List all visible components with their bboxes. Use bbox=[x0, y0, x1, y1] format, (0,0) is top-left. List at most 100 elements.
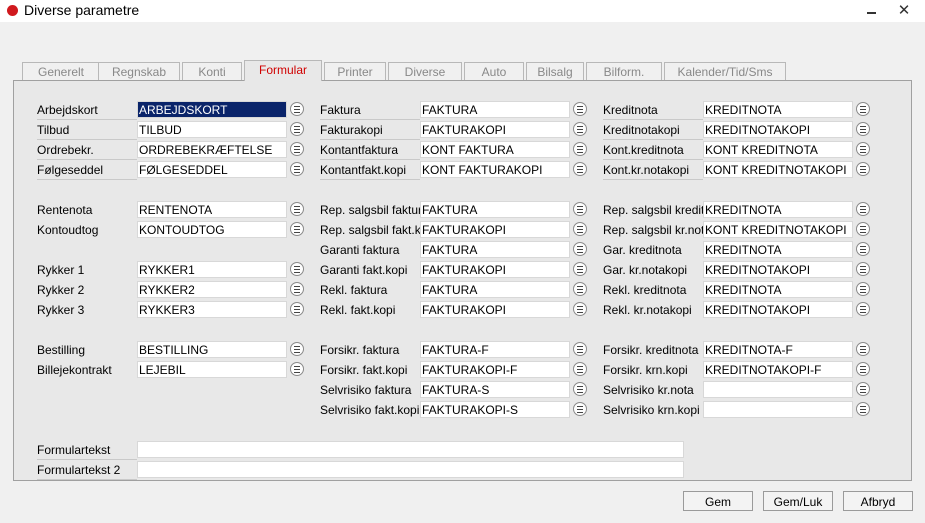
lookup-list-icon[interactable] bbox=[573, 362, 587, 376]
field-fakturakopi[interactable]: FAKTURAKOPI bbox=[420, 121, 570, 138]
lookup-list-icon[interactable] bbox=[573, 102, 587, 116]
label-formulartekst-2: Formulartekst 2 bbox=[37, 460, 137, 480]
tab-diverse[interactable]: Diverse bbox=[388, 62, 462, 80]
field-billejekontrakt[interactable]: LEJEBIL bbox=[137, 361, 287, 378]
lookup-list-icon[interactable] bbox=[573, 222, 587, 236]
field-arbejdskort[interactable]: ARBEJDSKORT bbox=[137, 101, 287, 118]
tab-printer[interactable]: Printer bbox=[324, 62, 386, 80]
lookup-list-icon[interactable] bbox=[290, 162, 304, 176]
field-rep-salgsbil-fakt-kopi[interactable]: FAKTURAKOPI bbox=[420, 221, 570, 238]
lookup-list-icon[interactable] bbox=[856, 282, 870, 296]
field-kreditnota[interactable]: KREDITNOTA bbox=[703, 101, 853, 118]
field-rep-salgsbil-kr-notakopi[interactable]: KONT KREDITNOTAKOPI bbox=[703, 221, 853, 238]
lookup-list-icon[interactable] bbox=[573, 282, 587, 296]
lookup-list-icon[interactable] bbox=[290, 142, 304, 156]
field-gar-kreditnota[interactable]: KREDITNOTA bbox=[703, 241, 853, 258]
field-tilbud[interactable]: TILBUD bbox=[137, 121, 287, 138]
tab-generelt[interactable]: Generelt bbox=[22, 62, 100, 80]
field-rentenota[interactable]: RENTENOTA bbox=[137, 201, 287, 218]
window-title: Diverse parametre bbox=[24, 2, 140, 18]
field-garanti-fakt-kopi[interactable]: FAKTURAKOPI bbox=[420, 261, 570, 278]
field-forsikr-krn-kopi[interactable]: KREDITNOTAKOPI-F bbox=[703, 361, 853, 378]
tab-bilform[interactable]: Bilform. bbox=[586, 62, 662, 80]
field-rep-salgsbil-faktura[interactable]: FAKTURA bbox=[420, 201, 570, 218]
field-ordrebekr[interactable]: ORDREBEKRÆFTELSE bbox=[137, 141, 287, 158]
lookup-list-icon[interactable] bbox=[856, 162, 870, 176]
lookup-list-icon[interactable] bbox=[573, 122, 587, 136]
lookup-list-icon[interactable] bbox=[573, 262, 587, 276]
lookup-list-icon[interactable] bbox=[856, 242, 870, 256]
lookup-list-icon[interactable] bbox=[290, 122, 304, 136]
tab-kalender-tid-sms[interactable]: Kalender/Tid/Sms bbox=[664, 62, 786, 80]
label-forsikr-kreditnota: Forsikr. kreditnota bbox=[603, 343, 699, 357]
field-rekl-kr-notakopi[interactable]: KREDITNOTAKOPI bbox=[703, 301, 853, 318]
lookup-list-icon[interactable] bbox=[856, 202, 870, 216]
field-rep-salgsbil-kreditnota[interactable]: KREDITNOTA bbox=[703, 201, 853, 218]
lookup-list-icon[interactable] bbox=[856, 102, 870, 116]
save-button[interactable]: Gem bbox=[683, 491, 753, 511]
field-bestilling[interactable]: BESTILLING bbox=[137, 341, 287, 358]
lookup-list-icon[interactable] bbox=[573, 382, 587, 396]
lookup-list-icon[interactable] bbox=[856, 122, 870, 136]
field-rykker-2[interactable]: RYKKER2 bbox=[137, 281, 287, 298]
field-formulartekst[interactable] bbox=[137, 441, 684, 458]
lookup-list-icon[interactable] bbox=[856, 342, 870, 356]
lookup-list-icon[interactable] bbox=[856, 222, 870, 236]
field-kont-kr-notakopi[interactable]: KONT KREDITNOTAKOPI bbox=[703, 161, 853, 178]
lookup-list-icon[interactable] bbox=[290, 342, 304, 356]
lookup-list-icon[interactable] bbox=[290, 102, 304, 116]
lookup-list-icon[interactable] bbox=[856, 382, 870, 396]
field-kontantfaktura[interactable]: KONT FAKTURA bbox=[420, 141, 570, 158]
label-gar-kreditnota: Gar. kreditnota bbox=[603, 243, 682, 257]
lookup-list-icon[interactable] bbox=[573, 342, 587, 356]
field-garanti-faktura[interactable]: FAKTURA bbox=[420, 241, 570, 258]
lookup-list-icon[interactable] bbox=[856, 302, 870, 316]
field-kont-kreditnota[interactable]: KONT KREDITNOTA bbox=[703, 141, 853, 158]
lookup-list-icon[interactable] bbox=[573, 162, 587, 176]
field-selvrisiko-fakt-kopi[interactable]: FAKTURAKOPI-S bbox=[420, 401, 570, 418]
minimize-button[interactable] bbox=[858, 0, 886, 22]
lookup-list-icon[interactable] bbox=[290, 222, 304, 236]
lookup-list-icon[interactable] bbox=[290, 282, 304, 296]
field-følgeseddel[interactable]: FØLGESEDDEL bbox=[137, 161, 287, 178]
field-selvrisiko-faktura[interactable]: FAKTURA-S bbox=[420, 381, 570, 398]
field-rekl-kreditnota[interactable]: KREDITNOTA bbox=[703, 281, 853, 298]
lookup-list-icon[interactable] bbox=[573, 402, 587, 416]
field-forsikr-kreditnota[interactable]: KREDITNOTA-F bbox=[703, 341, 853, 358]
tab-bilsalg[interactable]: Bilsalg bbox=[526, 62, 584, 80]
lookup-list-icon[interactable] bbox=[290, 362, 304, 376]
lookup-list-icon[interactable] bbox=[856, 362, 870, 376]
lookup-list-icon[interactable] bbox=[573, 142, 587, 156]
field-kreditnotakopi[interactable]: KREDITNOTAKOPI bbox=[703, 121, 853, 138]
lookup-list-icon[interactable] bbox=[290, 302, 304, 316]
lookup-list-icon[interactable] bbox=[856, 402, 870, 416]
lookup-list-icon[interactable] bbox=[290, 202, 304, 216]
tab-auto[interactable]: Auto bbox=[464, 62, 524, 80]
label-kreditnota: Kreditnota bbox=[603, 100, 703, 120]
lookup-list-icon[interactable] bbox=[856, 262, 870, 276]
field-rekl-fakt-kopi[interactable]: FAKTURAKOPI bbox=[420, 301, 570, 318]
lookup-list-icon[interactable] bbox=[573, 242, 587, 256]
close-button[interactable]: ✕ bbox=[890, 0, 918, 22]
field-kontantfakt-kopi[interactable]: KONT FAKTURAKOPI bbox=[420, 161, 570, 178]
lookup-list-icon[interactable] bbox=[290, 262, 304, 276]
field-rykker-3[interactable]: RYKKER3 bbox=[137, 301, 287, 318]
field-rykker-1[interactable]: RYKKER1 bbox=[137, 261, 287, 278]
tab-formular[interactable]: Formular bbox=[244, 60, 322, 81]
tab-konti[interactable]: Konti bbox=[182, 62, 242, 80]
save-close-button[interactable]: Gem/Luk bbox=[763, 491, 833, 511]
field-selvrisiko-kr-nota[interactable] bbox=[703, 381, 853, 398]
field-forsikr-fakt-kopi[interactable]: FAKTURAKOPI-F bbox=[420, 361, 570, 378]
field-gar-kr-notakopi[interactable]: KREDITNOTAKOPI bbox=[703, 261, 853, 278]
tab-regnskab[interactable]: Regnskab bbox=[98, 62, 180, 80]
field-selvrisiko-krn-kopi[interactable] bbox=[703, 401, 853, 418]
lookup-list-icon[interactable] bbox=[856, 142, 870, 156]
cancel-button[interactable]: Afbryd bbox=[843, 491, 913, 511]
field-formulartekst-2[interactable] bbox=[137, 461, 684, 478]
field-kontoudtog[interactable]: KONTOUDTOG bbox=[137, 221, 287, 238]
field-rekl-faktura[interactable]: FAKTURA bbox=[420, 281, 570, 298]
lookup-list-icon[interactable] bbox=[573, 202, 587, 216]
field-faktura[interactable]: FAKTURA bbox=[420, 101, 570, 118]
lookup-list-icon[interactable] bbox=[573, 302, 587, 316]
field-forsikr-faktura[interactable]: FAKTURA-F bbox=[420, 341, 570, 358]
